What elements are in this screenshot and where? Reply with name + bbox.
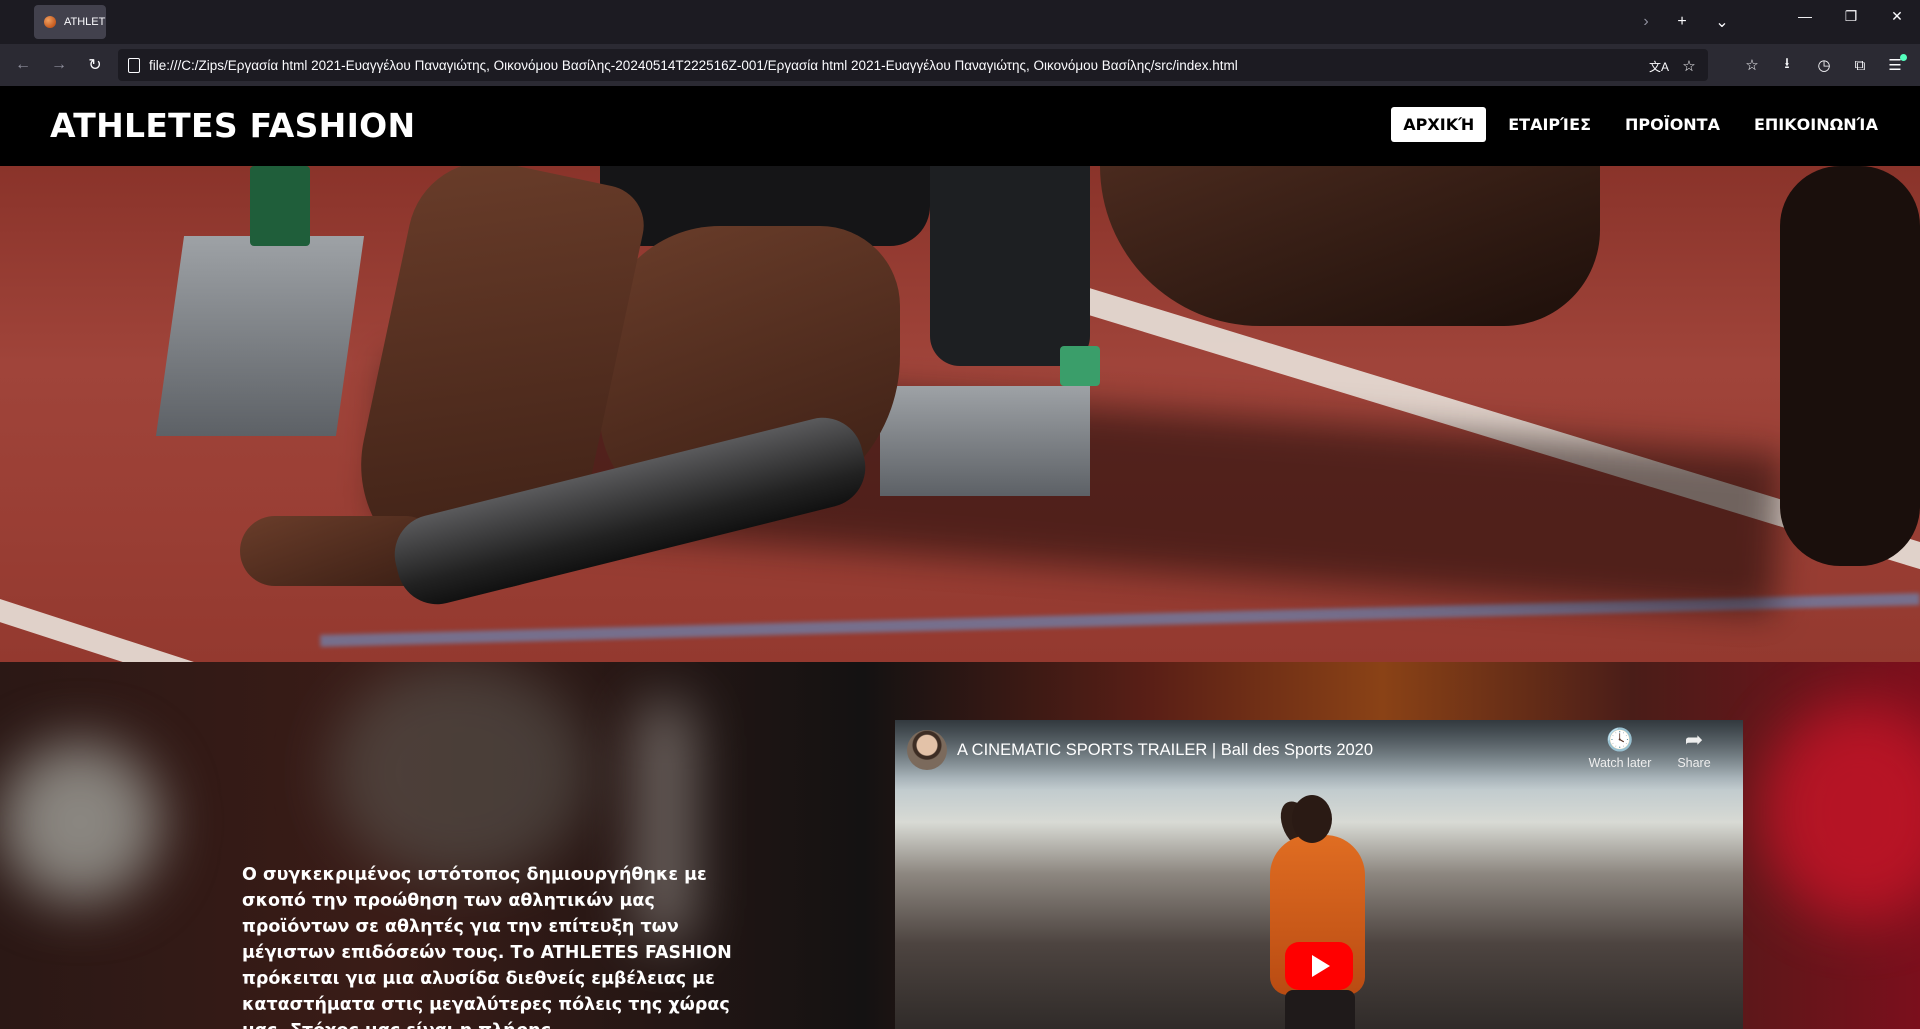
web-page: ATHLETES FASHION ΑΡΧΙΚΉ ΕΤΑΙΡΊΕΣ ΠΡΟΪΟΝΤ… [0,86,1920,1029]
collections-icon[interactable]: ☆ [1737,51,1767,79]
athlete-shoe-right [930,166,1090,366]
back-button[interactable]: ← [8,51,38,79]
minimize-window-button[interactable]: — [1782,0,1828,32]
intro-paragraph: Ο συγκεκριμένος ιστότοπος δημιουργήθηκε … [242,865,732,1029]
share-arrow-icon: ➦ [1684,727,1704,752]
translate-icon[interactable]: 文A [1648,55,1670,77]
menu-item-products[interactable]: ΠΡΟΪΟΝΤΑ [1613,107,1732,142]
blurred-ball [0,742,160,902]
main-menu: ΑΡΧΙΚΉ ΕΤΑΙΡΊΕΣ ΠΡΟΪΟΝΤΑ ΕΠΙΚΟΙΝΩΝΊΑ [1391,107,1890,142]
forward-button[interactable]: → [44,51,74,79]
track-lane-line-left [0,586,360,662]
history-icon[interactable]: ◷ [1809,51,1839,79]
site-header: ATHLETES FASHION ΑΡΧΙΚΉ ΕΤΑΙΡΊΕΣ ΠΡΟΪΟΝΤ… [0,86,1920,166]
runner-legs [1285,990,1355,1029]
reload-button[interactable]: ↻ [80,51,110,79]
site-logo[interactable]: ATHLETES FASHION [50,106,415,145]
menu-item-contact[interactable]: ΕΠΙΚΟΙΝΩΝΊΑ [1742,107,1890,142]
close-window-button[interactable]: ✕ [1874,0,1920,32]
video-title[interactable]: A CINEMATIC SPORTS TRAILER | Ball des Sp… [957,741,1373,760]
shoe-left [250,166,310,246]
athlete-leg-right [1780,166,1920,566]
local-file-icon [128,57,140,73]
share-button[interactable]: ➦ Share [1659,727,1729,771]
downloads-icon[interactable]: ⭳ [1772,51,1802,79]
runner-head [1292,795,1332,843]
play-icon [1312,955,1330,977]
starting-block-left [155,236,365,436]
clock-icon: 🕓 [1606,727,1634,752]
url-text[interactable]: file:///C:/Zips/Εργασία html 2021-Ευαγγέ… [149,58,1238,73]
watch-later-button[interactable]: 🕓 Watch later [1585,727,1655,771]
share-label: Share [1677,756,1711,770]
intro-section: Ο συγκεκριμένος ιστότοπος δημιουργήθηκε … [0,662,1920,1029]
new-tab-button[interactable]: + [1668,8,1696,36]
tab-title: ATHLETES FASHION [64,16,106,28]
extensions-icon[interactable]: ⧉ [1845,51,1875,79]
list-all-tabs-icon[interactable]: ⌄ [1708,8,1736,36]
hero-image [0,166,1920,662]
browser-tabstrip: ATHLETES FASHION › + ⌄ — ❐ ✕ [0,0,1920,44]
starting-block-right [880,386,1090,496]
bookmark-star-icon[interactable]: ☆ [1678,55,1700,77]
browser-tab[interactable]: ATHLETES FASHION [34,5,106,39]
youtube-play-button[interactable] [1285,942,1353,990]
scroll-tabs-right-icon[interactable]: › [1632,8,1660,36]
browser-navbar: ← → ↻ file:///C:/Zips/Εργασία html 2021-… [0,44,1920,86]
menu-item-companies[interactable]: ΕΤΑΙΡΊΕΣ [1496,107,1603,142]
channel-avatar[interactable] [907,730,947,770]
basketball-favicon-icon [44,16,56,28]
athlete-knee [1100,166,1600,326]
blurred-shape [330,662,590,882]
sidebar-menu-icon[interactable]: ☰ [1880,51,1910,79]
address-bar[interactable]: file:///C:/Zips/Εργασία html 2021-Ευαγγέ… [118,49,1708,81]
restore-window-button[interactable]: ❐ [1828,0,1874,32]
blurred-red-shape [1760,702,1920,922]
watch-later-label: Watch later [1588,756,1652,770]
menu-item-home[interactable]: ΑΡΧΙΚΉ [1391,107,1487,142]
notification-dot [1900,54,1907,61]
youtube-embed[interactable]: A CINEMATIC SPORTS TRAILER | Ball des Sp… [895,720,1743,1029]
shoe-accent-right [1060,346,1100,386]
